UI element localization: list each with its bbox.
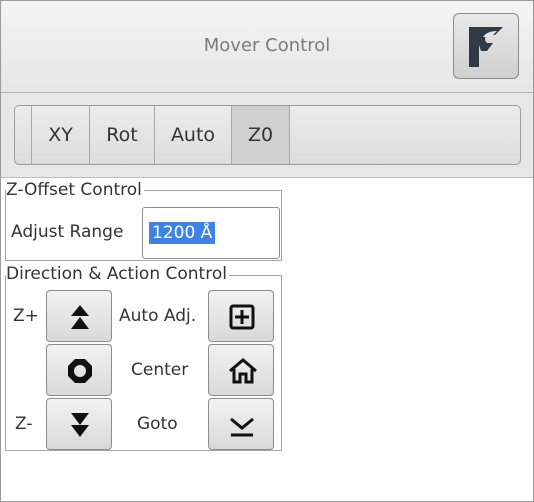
- app-menu-button[interactable]: [453, 13, 519, 79]
- direction-group-title: Direction & Action Control: [6, 264, 229, 284]
- grid-plus-icon: [229, 304, 255, 330]
- tab-rot[interactable]: Rot: [89, 106, 154, 164]
- home-icon: [229, 358, 257, 384]
- zoffset-group-title: Z-Offset Control: [6, 180, 144, 200]
- z-minus-label: Z-: [15, 414, 33, 434]
- tab-bar: XY Rot Auto Z0: [14, 105, 521, 165]
- tab-divider: [289, 106, 290, 164]
- double-down-arrow-icon: [71, 413, 89, 437]
- z-minus-button[interactable]: [46, 398, 112, 450]
- tab-xy[interactable]: XY: [31, 106, 89, 164]
- z-plus-label: Z+: [13, 306, 39, 326]
- tab-auto[interactable]: Auto: [154, 106, 231, 164]
- double-up-arrow-icon: [71, 305, 89, 329]
- adjust-range-value: 1200 Å: [149, 222, 216, 244]
- tab-z0[interactable]: Z0: [231, 106, 289, 164]
- mover-control-window: Mover Control XY Rot Auto Z0 Z-Offset Co…: [0, 0, 534, 502]
- adjust-range-label: Adjust Range: [11, 222, 124, 242]
- title-bar: Mover Control: [1, 1, 533, 93]
- goto-label: Goto: [137, 414, 178, 434]
- center-button[interactable]: [46, 344, 112, 396]
- octagon-stop-icon: [68, 359, 92, 383]
- adjust-range-input[interactable]: 1200 Å: [142, 207, 280, 259]
- home-button[interactable]: [208, 344, 274, 396]
- goto-button[interactable]: [208, 398, 274, 450]
- auto-adj-label: Auto Adj.: [119, 306, 197, 326]
- z-plus-button[interactable]: [46, 290, 112, 342]
- tab-area: XY Rot Auto Z0: [1, 93, 533, 178]
- center-label: Center: [131, 360, 189, 380]
- auto-adj-button[interactable]: [208, 290, 274, 342]
- down-to-line-icon: [230, 417, 254, 437]
- app-logo-icon: [469, 27, 503, 67]
